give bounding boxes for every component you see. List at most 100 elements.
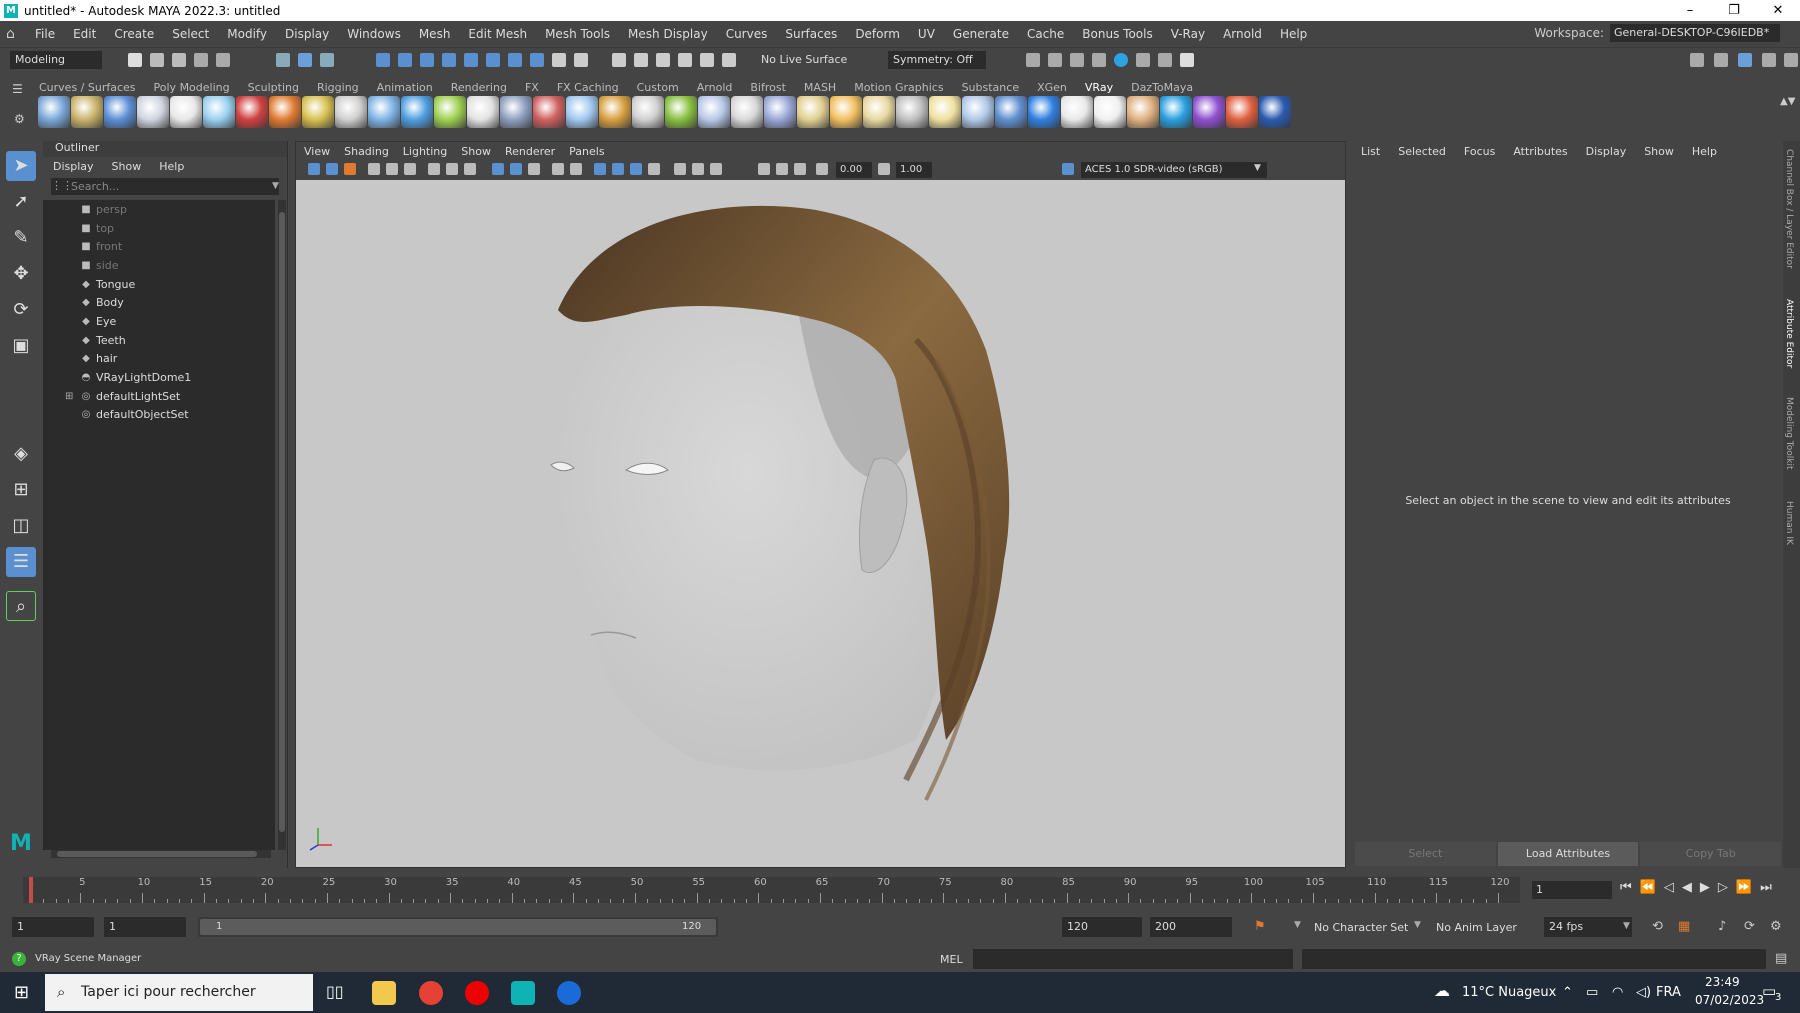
menu-arnold[interactable]: Arnold — [1214, 27, 1271, 41]
shelf-tab-bifrost[interactable]: Bifrost — [741, 79, 795, 96]
weather-text[interactable]: 11°C Nuageux — [1462, 972, 1556, 1013]
tray-up-icon[interactable]: ⌃ — [1562, 972, 1573, 1013]
select-hierarchy-icon[interactable] — [276, 53, 290, 67]
outliner-horizontal-scrollbar[interactable] — [51, 850, 271, 858]
shelf-tool-icon-6[interactable] — [203, 96, 235, 128]
outliner-menu-show[interactable]: Show — [112, 160, 142, 173]
shelf-tool-icon-7[interactable] — [236, 96, 268, 128]
menu-mesh-display[interactable]: Mesh Display — [619, 27, 717, 41]
render-sequence-icon[interactable] — [1048, 53, 1062, 67]
outliner-node-hair[interactable]: ◆ hair — [43, 350, 275, 369]
time-slider-track[interactable]: 1510152025303540455055606570758085909510… — [23, 877, 1520, 903]
shelf-tool-icon-29[interactable] — [962, 96, 994, 128]
menu-display[interactable]: Display — [276, 27, 338, 41]
fps-chevron-icon[interactable]: ▼ — [1623, 921, 1630, 931]
open-scene-icon[interactable] — [150, 53, 164, 67]
shelf-tool-icon-18[interactable] — [599, 96, 631, 128]
wifi-icon[interactable]: ◠ — [1612, 972, 1623, 1013]
shelf-tool-icon-11[interactable] — [368, 96, 400, 128]
clock-time[interactable]: 23:49 — [1705, 975, 1740, 989]
windows-start-icon[interactable]: ⊞ — [14, 982, 29, 1003]
side-tab-human-ik[interactable]: Human IK — [1784, 501, 1794, 545]
render-frame-icon[interactable] — [1026, 53, 1040, 67]
menu-select[interactable]: Select — [163, 27, 218, 41]
xray-joints-icon[interactable] — [692, 163, 704, 175]
play-backward-icon[interactable]: ◀ — [1682, 880, 1692, 895]
image-plane-icon[interactable] — [368, 163, 380, 175]
shelf-tool-icon-13[interactable] — [434, 96, 466, 128]
side-by-side-icon[interactable]: ◫ — [6, 511, 36, 541]
magnet-icon[interactable] — [678, 53, 692, 67]
menu-mesh-tools[interactable]: Mesh Tools — [536, 27, 619, 41]
outliner-node-front[interactable]: ■ front — [43, 237, 275, 256]
shelf-tab-xgen[interactable]: XGen — [1028, 79, 1076, 96]
snap-plane-icon[interactable] — [442, 53, 456, 67]
output-ops-icon[interactable] — [634, 53, 648, 67]
shelf-settings-icon[interactable]: ⚙ — [14, 112, 25, 126]
menu-uv[interactable]: UV — [909, 27, 944, 41]
script-language-label[interactable]: MEL — [940, 953, 963, 966]
exposure-field[interactable]: 0.00 — [836, 162, 872, 178]
fps-dropdown[interactable]: 24 fps — [1544, 917, 1632, 937]
filter-icon[interactable]: ⋮⋮ — [51, 179, 73, 192]
film-gate-icon[interactable] — [446, 163, 458, 175]
lasso-tool-icon[interactable]: ➚ — [6, 187, 36, 217]
shelf-tool-icon-38[interactable] — [1259, 96, 1291, 128]
step-back-key-icon[interactable]: ⏪ — [1640, 880, 1656, 895]
dof-icon[interactable] — [630, 163, 642, 175]
shelf-tool-icon-26[interactable] — [863, 96, 895, 128]
side-tab-channel-box[interactable]: Channel Box / Layer Editor — [1784, 149, 1794, 269]
step-forward-key-icon[interactable]: ⏩ — [1736, 880, 1752, 895]
shelf-tab-motion-graphics[interactable]: Motion Graphics — [845, 79, 952, 96]
character-set-chevron-icon[interactable]: ▼ — [1294, 920, 1301, 930]
time-slider[interactable]: 1510152025303540455055606570758085909510… — [15, 873, 1520, 907]
cinema-app-icon[interactable] — [557, 981, 581, 1005]
snap-surface-icon[interactable] — [464, 53, 478, 67]
color-management-icon[interactable] — [1062, 163, 1074, 175]
single-view-icon[interactable]: ◈ — [6, 439, 36, 469]
menu-create[interactable]: Create — [105, 27, 163, 41]
task-view-icon[interactable]: ▯▯ — [326, 982, 344, 1001]
textured-icon[interactable] — [528, 163, 540, 175]
viewport-menu-show[interactable]: Show — [461, 145, 491, 158]
menu-cache[interactable]: Cache — [1018, 27, 1073, 41]
shelf-tool-icon-36[interactable] — [1193, 96, 1225, 128]
menu-bonus-tools[interactable]: Bonus Tools — [1073, 27, 1161, 41]
outliner-node-persp[interactable]: ■ persp — [43, 200, 275, 219]
menu-mesh[interactable]: Mesh — [410, 27, 460, 41]
workspace-dropdown[interactable]: General-DESKTOP-C96IEDB* — [1610, 24, 1780, 42]
outliner-node-body[interactable]: ◆ Body — [43, 293, 275, 312]
shelf-tab-mash[interactable]: MASH — [795, 79, 845, 96]
weather-cloud-icon[interactable]: ☁ — [1434, 981, 1450, 1000]
layout-icon-3[interactable] — [1738, 53, 1752, 67]
outliner-menu-help[interactable]: Help — [159, 160, 184, 173]
shadows-icon[interactable] — [570, 163, 582, 175]
language-indicator[interactable]: FRA — [1656, 972, 1681, 1013]
load-attributes-button[interactable]: Load Attributes — [1497, 842, 1639, 866]
menu-v-ray[interactable]: V-Ray — [1162, 27, 1214, 41]
character-set-dropdown[interactable]: No Character Set — [1314, 921, 1408, 934]
shelf-tool-icon-33[interactable] — [1094, 96, 1126, 128]
menu-edit[interactable]: Edit — [64, 27, 105, 41]
layout-icon-4[interactable] — [1762, 53, 1776, 67]
new-scene-icon[interactable] — [128, 53, 142, 67]
outliner-menu-display[interactable]: Display — [53, 160, 94, 173]
snap-pivot-icon[interactable] — [508, 53, 522, 67]
menu-help[interactable]: Help — [1271, 27, 1316, 41]
taskbar-search-input[interactable]: ⌕ Taper ici pour rechercher — [45, 974, 313, 1011]
shelf-tab-daztomaya[interactable]: DazToMaya — [1122, 79, 1202, 96]
shelf-tab-custom[interactable]: Custom — [628, 79, 688, 96]
input-ops-icon[interactable] — [612, 53, 626, 67]
shelf-tool-icon-25[interactable] — [830, 96, 862, 128]
brush-icon[interactable] — [700, 53, 714, 67]
go-to-start-icon[interactable]: ⏮ — [1620, 880, 1632, 895]
select-object-icon[interactable] — [298, 53, 312, 67]
viewport-canvas[interactable] — [296, 180, 1345, 867]
shelf-tool-icon-30[interactable] — [995, 96, 1027, 128]
viewport-menu-shading[interactable]: Shading — [344, 145, 389, 158]
ambient-occlusion-icon[interactable] — [594, 163, 606, 175]
step-back-frame-icon[interactable]: ◁ — [1664, 880, 1674, 895]
search-options-chevron-icon[interactable]: ▼ — [272, 181, 279, 191]
copy-tab-button[interactable]: Copy Tab — [1640, 842, 1782, 866]
snap-view-icon[interactable] — [486, 53, 500, 67]
